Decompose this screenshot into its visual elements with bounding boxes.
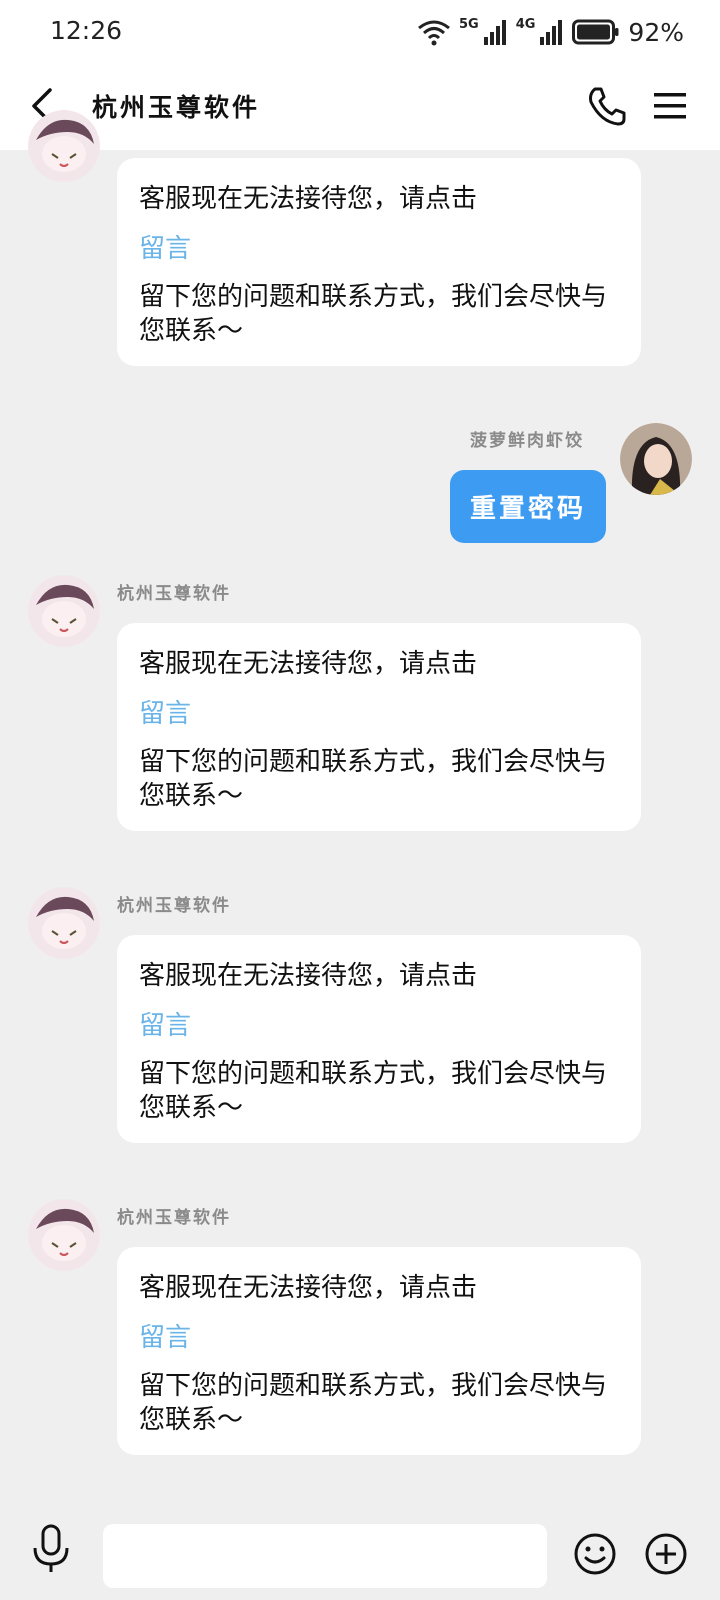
message-text: 留下您的问题和联系方式，我们会尽快与您联系～ — [139, 747, 608, 811]
network-5g-label: 5G — [458, 16, 479, 32]
message-text: 客服现在无法接待您，请点击 — [139, 184, 478, 214]
leave-message-link[interactable]: 留言 — [139, 1317, 191, 1354]
message-bubble: 客服现在无法接待您，请点击 留言 留下您的问题和联系方式，我们会尽快与您联系～ — [117, 623, 641, 831]
input-bar — [0, 1500, 720, 1600]
wifi-icon — [418, 20, 450, 46]
my-avatar[interactable] — [620, 423, 692, 495]
message-bubble: 客服现在无法接待您，请点击 留言 留下您的问题和联系方式，我们会尽快与您联系～ — [117, 1247, 641, 1455]
call-button[interactable] — [585, 84, 629, 128]
chat-header: 杭州玉尊软件 — [0, 66, 720, 150]
voice-button[interactable] — [28, 1520, 74, 1576]
message-input[interactable] — [103, 1524, 547, 1588]
message-text: 留下您的问题和联系方式，我们会尽快与您联系～ — [139, 282, 608, 346]
agent-avatar[interactable] — [28, 110, 100, 182]
message-text: 留下您的问题和联系方式，我们会尽快与您联系～ — [139, 1371, 608, 1435]
status-icons: 5G 4G 92% — [417, 14, 684, 50]
message-text: 客服现在无法接待您，请点击 — [139, 961, 478, 991]
leave-message-link[interactable]: 留言 — [139, 693, 191, 730]
my-name: 菠萝鲜肉虾饺 — [470, 431, 584, 451]
microphone-icon — [33, 1524, 69, 1572]
page-title: 杭州玉尊软件 — [92, 93, 261, 122]
hamburger-menu-icon — [654, 93, 686, 119]
agent-name: 杭州玉尊软件 — [117, 896, 231, 916]
signal-5g-icon — [483, 20, 506, 45]
message-bubble: 客服现在无法接待您，请点击 留言 留下您的问题和联系方式，我们会尽快与您联系～ — [117, 935, 641, 1143]
agent-name: 杭州玉尊软件 — [117, 584, 231, 604]
battery-icon — [572, 19, 619, 45]
message-text: 留下您的问题和联系方式，我们会尽快与您联系～ — [139, 1059, 608, 1123]
status-time: 12:26 — [50, 16, 123, 45]
smiley-icon — [574, 1533, 616, 1575]
battery-percentage: 92% — [628, 17, 684, 47]
emoji-button[interactable] — [573, 1532, 617, 1576]
agent-avatar[interactable] — [28, 575, 100, 647]
my-message-bubble: 重置密码 — [450, 470, 606, 543]
message-bubble: 客服现在无法接待您，请点击 留言 留下您的问题和联系方式，我们会尽快与您联系～ — [117, 158, 641, 366]
agent-avatar[interactable] — [28, 887, 100, 959]
menu-button[interactable] — [650, 86, 690, 126]
message-text: 客服现在无法接待您，请点击 — [139, 1273, 478, 1303]
network-4g-label: 4G — [515, 16, 536, 32]
more-button[interactable] — [644, 1532, 688, 1576]
plus-circle-icon — [645, 1533, 687, 1575]
phone-icon — [589, 87, 626, 126]
leave-message-link[interactable]: 留言 — [139, 1005, 191, 1042]
agent-name: 杭州玉尊软件 — [117, 1208, 231, 1228]
signal-4g-icon — [540, 20, 563, 45]
leave-message-link[interactable]: 留言 — [139, 228, 191, 265]
status-bar: 12:26 5G 4G 92% — [0, 0, 720, 66]
message-text: 客服现在无法接待您，请点击 — [139, 649, 478, 679]
agent-avatar[interactable] — [28, 1199, 100, 1271]
